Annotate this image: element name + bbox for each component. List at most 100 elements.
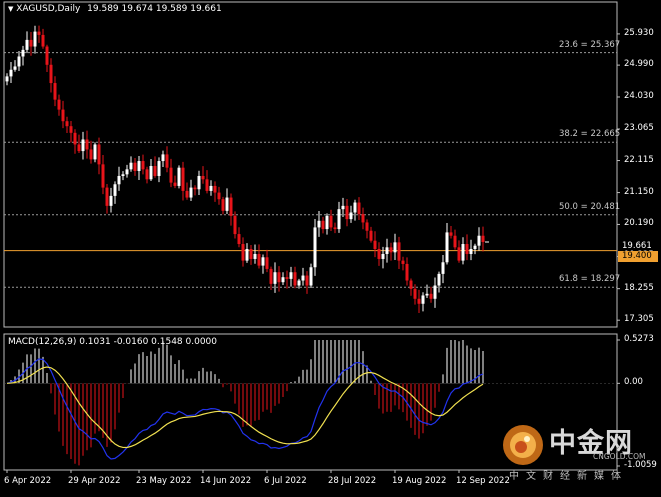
macd-main-line [6,358,484,460]
macd-tick-label: 0.00 [624,377,643,388]
bear-candle [89,149,93,160]
bear-candle [397,242,401,261]
bull-candle [253,253,257,259]
bear-candle [345,205,349,220]
bull-candle [13,66,17,70]
fib-level-label: 50.0 = 20.481 [559,201,621,212]
time-tick-label: 23 May 2022 [136,476,192,486]
time-tick-label: 14 Jun 2022 [200,476,252,486]
bull-candle [273,272,277,284]
bear-candle [465,244,469,254]
bear-candle [181,167,185,191]
bull-candle [337,209,341,230]
bear-candle [369,230,373,241]
price-tick-label: 23.065 [624,123,654,133]
price-tick-label: 17.305 [624,314,654,325]
bear-candle [417,298,421,304]
time-tick-label: 28 Jul 2022 [328,476,377,486]
ohlc-values: 19.589 19.674 19.589 19.661 [87,4,222,14]
bull-candle [137,161,141,171]
bull-candle [297,280,301,286]
bear-candle [365,222,369,231]
collapse-triangle-icon[interactable]: ▼ [8,5,13,13]
bear-candle [453,235,457,248]
symbol-title: XAGUSD,Daily [16,4,81,14]
horizontal-line-price: 19.400 [622,251,652,261]
bear-candle [405,263,409,281]
bear-candle [165,154,169,168]
bull-candle [93,144,97,160]
bull-candle [385,247,389,254]
time-tick-label: 6 Jul 2022 [264,476,307,486]
bull-candle [225,197,229,211]
watermark-slogan: 中文财经新媒体 [509,471,628,482]
bear-candle [213,185,217,193]
bear-candle [401,260,405,264]
bear-candle [145,169,149,180]
chart-window[interactable]: ▼ XAGUSD,Daily 19.589 19.674 19.589 19.6… [0,0,661,493]
price-tick-label: 20.190 [624,218,654,229]
bear-candle [85,139,89,150]
time-tick-label: 29 Apr 2022 [68,476,121,486]
bull-candle [125,169,129,175]
bull-candle [301,275,305,281]
bear-candle [229,197,233,216]
price-tick-label: 18.255 [624,282,654,293]
bear-candle [277,272,281,283]
bear-candle [409,280,413,289]
cngold-watermark: 中金网 CNGOLD.COM 中文财经新媒体 [497,419,659,483]
bull-candle [81,139,85,152]
bull-candle [281,277,285,283]
bear-candle [141,161,145,170]
bear-candle [377,249,381,259]
bull-candle [33,31,37,47]
bear-candle [61,109,65,122]
symbol-header: ▼ XAGUSD,Daily 19.589 19.674 19.589 19.6… [8,4,222,14]
bear-candle [193,187,197,190]
bull-candle [197,175,201,190]
price-tick-label: 21.150 [624,186,654,197]
price-tick-label: 24.990 [624,59,654,70]
bull-candle [469,249,473,254]
bear-candle [29,39,33,47]
price-tick-label: 24.030 [624,90,654,101]
bear-candle [241,244,245,261]
bear-candle [361,214,365,223]
bear-candle [45,46,49,65]
bear-candle [221,199,225,211]
bear-candle [457,247,461,261]
bull-candle [313,227,317,268]
bull-candle [21,49,25,57]
bear-candle [373,240,377,249]
bear-candle [49,64,53,84]
bear-candle [217,192,221,200]
bull-candle [461,244,465,261]
bull-candle [25,39,29,50]
fib-level-label: 23.6 = 25.367 [559,39,621,50]
bull-candle [149,166,153,180]
bull-candle [245,249,249,261]
bear-candle [153,166,157,176]
bear-candle [101,164,105,188]
bear-candle [249,249,253,259]
horizontal-line-price-tag[interactable]: 19.400 [618,251,658,262]
time-tick-label: 19 Aug 2022 [392,476,447,486]
bull-candle [289,272,293,279]
bear-candle [429,293,433,299]
bear-candle [37,31,41,35]
bull-candle [109,195,113,206]
bear-candle [257,253,261,266]
price-tick-label: 22.115 [624,154,654,165]
bear-candle [57,99,61,110]
bear-candle [285,277,289,279]
bull-candle [157,161,161,176]
bear-candle [233,215,237,235]
bear-candle [237,234,241,245]
bull-candle [129,162,133,170]
bull-candle [473,245,477,249]
bear-candle [105,187,109,206]
bear-candle [169,167,173,183]
bear-candle [53,83,57,100]
bear-candle [305,275,309,286]
bear-candle [173,182,177,186]
